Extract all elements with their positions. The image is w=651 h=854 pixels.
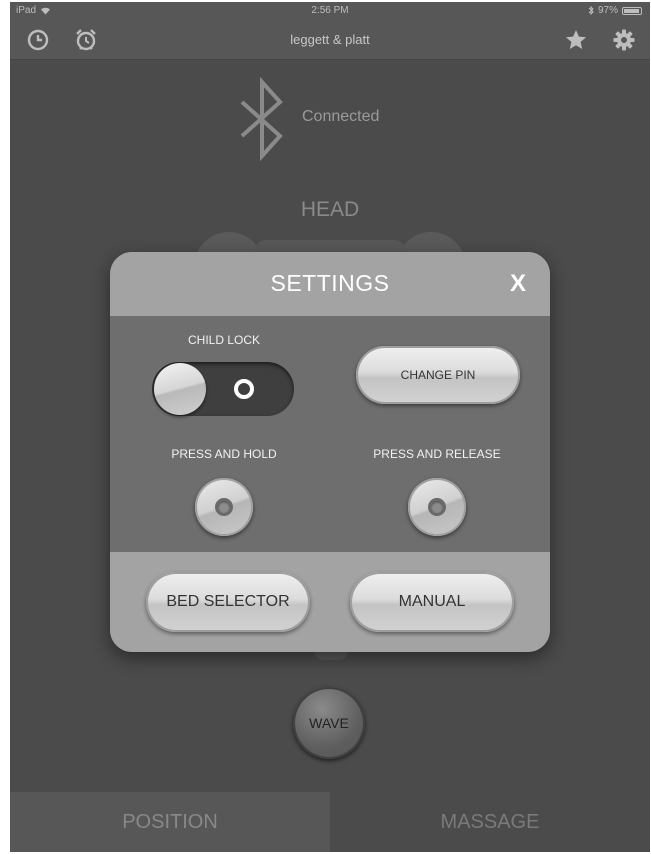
nav-bar: leggett & platt [10,20,650,60]
connection-label: Connected [302,108,380,125]
battery-percent: 97% [597,5,618,16]
status-time: 2:56 PM [311,5,349,16]
gear-icon[interactable] [612,28,636,52]
app-screen: iPad 2:56 PM 97% leggett & platt Connect… [10,2,650,852]
app-title: leggett & platt [290,32,370,47]
manual-button[interactable]: MANUAL [350,572,514,632]
connection-status: Connected [238,74,438,164]
bed-selector-label: BED SELECTOR [166,593,290,610]
child-lock-toggle[interactable] [152,362,294,416]
toggle-knob[interactable] [154,363,206,415]
settings-modal: SETTINGS X CHILD LOCK CHANGE PIN PRESS A… [110,252,550,652]
status-bar: iPad 2:56 PM 97% [10,2,650,20]
radio-dot-icon [215,498,233,516]
change-pin-button[interactable]: CHANGE PIN [356,346,520,404]
press-release-label: PRESS AND RELEASE [373,447,501,461]
toggle-off-indicator-icon [234,379,254,399]
status-right: 97% [588,5,642,16]
modal-body: CHILD LOCK CHANGE PIN PRESS AND HOLD PRE… [110,316,550,552]
tab-position[interactable]: POSITION [10,792,330,852]
wave-label: WAVE [309,715,349,731]
modal-header: SETTINGS X [110,252,550,316]
tab-massage-label: MASSAGE [440,810,540,833]
star-icon[interactable] [564,28,588,52]
bluetooth-icon [240,76,283,162]
modal-footer: BED SELECTOR MANUAL [110,552,550,652]
wave-button[interactable]: WAVE [293,687,365,759]
head-label: HEAD [300,198,360,221]
change-pin-label: CHANGE PIN [400,368,476,382]
bluetooth-small-icon [588,6,594,15]
press-release-radio[interactable] [408,478,466,536]
tab-position-label: POSITION [122,810,218,833]
close-button[interactable]: X [510,270,526,298]
battery-icon [622,6,642,15]
bed-selector-button[interactable]: BED SELECTOR [146,572,310,632]
manual-label: MANUAL [398,593,466,610]
press-hold-label: PRESS AND HOLD [171,447,277,461]
press-hold-radio[interactable] [195,478,253,536]
radio-dot-icon [428,498,446,516]
child-lock-label: CHILD LOCK [187,333,261,347]
tab-massage[interactable]: MASSAGE [330,792,650,852]
modal-title: SETTINGS [270,270,390,296]
